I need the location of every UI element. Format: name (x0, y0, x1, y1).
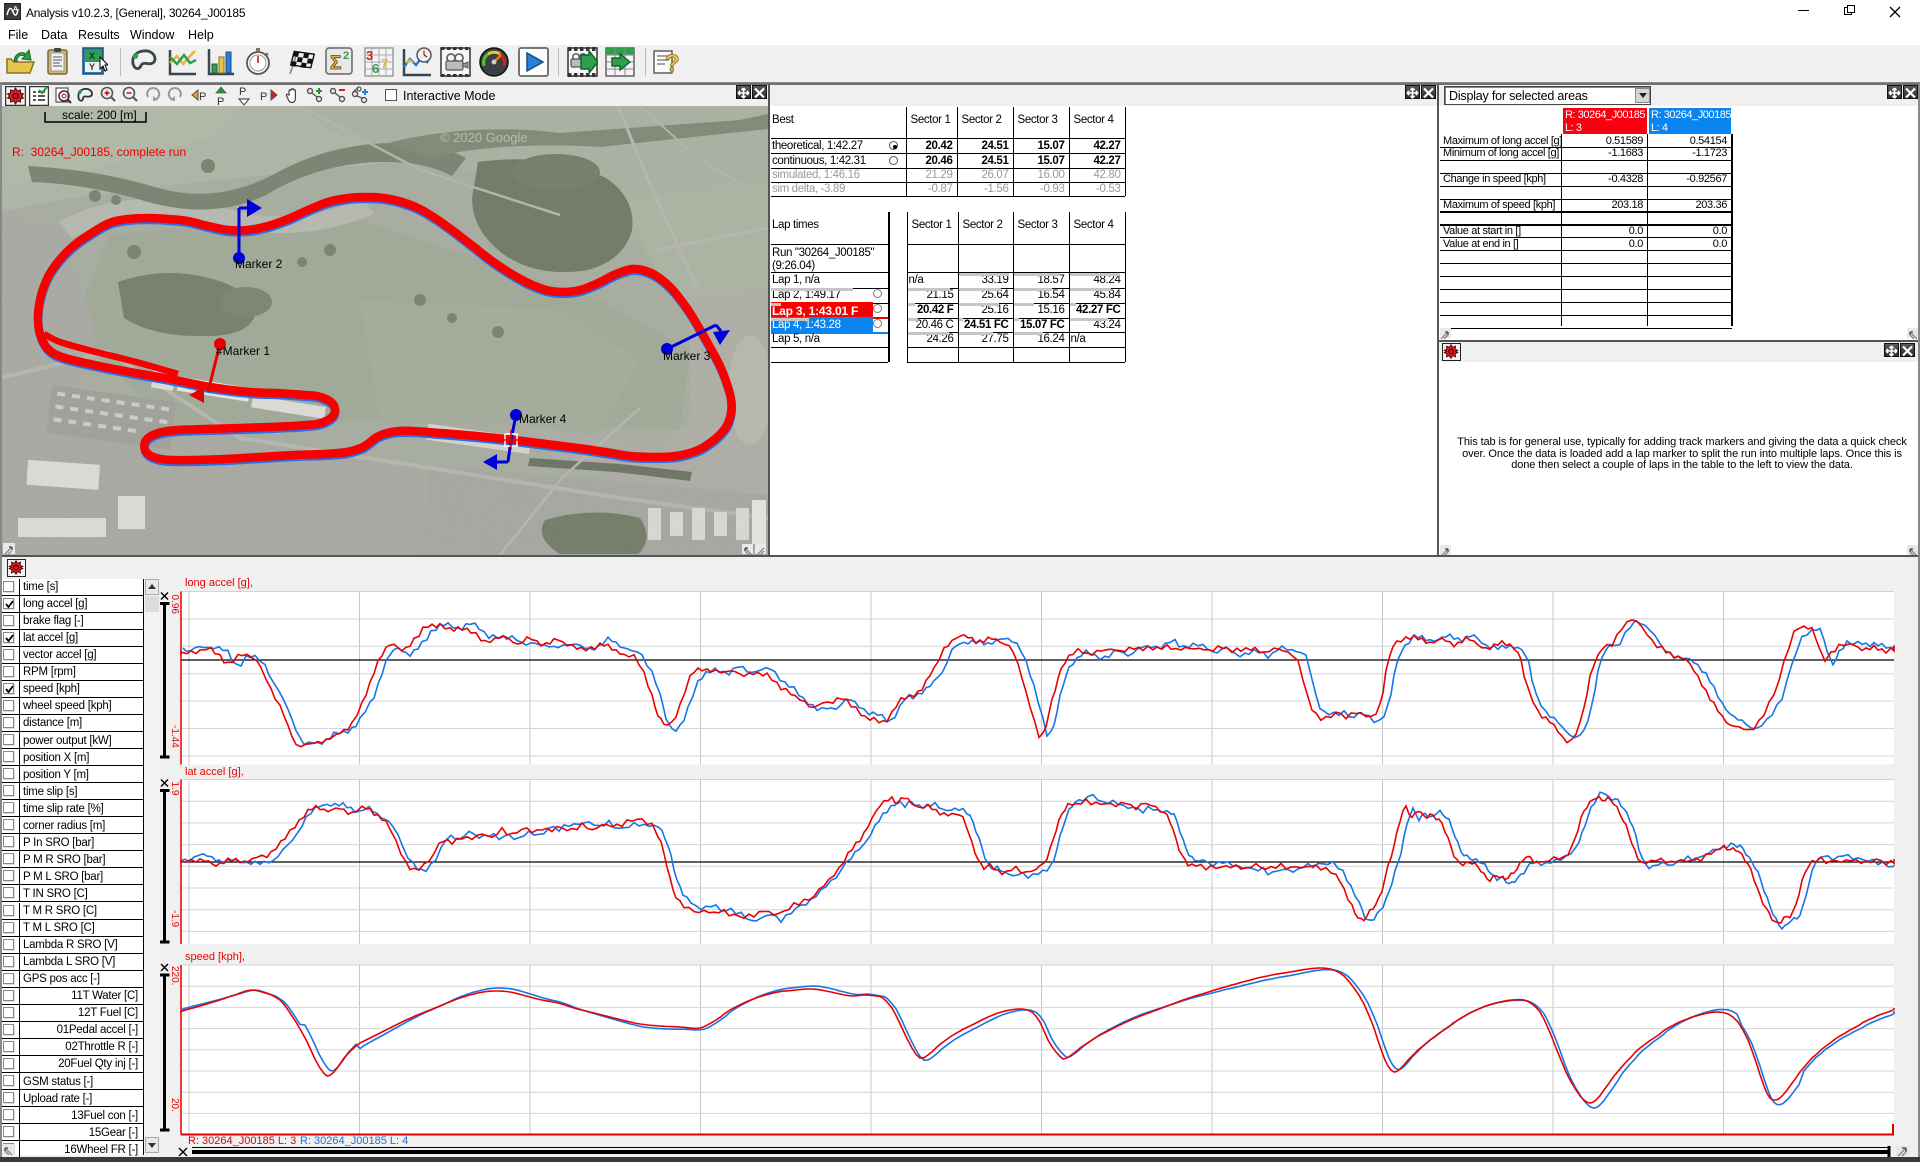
svg-text:R: 30264_J00185, complete run: R: 30264_J00185, complete run (12, 145, 186, 159)
svg-text:R: 30264_J00185 L: 4: R: 30264_J00185 L: 4 (300, 1135, 408, 1147)
svg-text:A: A (13, 6, 18, 13)
svg-text:P: P (199, 91, 206, 103)
svg-text:-1.44: -1.44 (169, 725, 180, 748)
svg-text:long accel [g],: long accel [g], (185, 577, 253, 589)
svg-text:?: ? (665, 50, 680, 77)
svg-text:speed [kph],: speed [kph], (185, 951, 245, 963)
svg-text:© 2020 Google: © 2020 Google (650, 106, 718, 117)
svg-text:© 2020 Google: © 2020 Google (440, 130, 528, 145)
svg-text:7: 7 (381, 56, 388, 71)
svg-text:#Marker 1: #Marker 1 (216, 344, 270, 358)
svg-text:P: P (217, 96, 224, 106)
svg-text:220.: 220. (169, 966, 180, 985)
svg-text:R: 30264_J00185 L: 3: R: 30264_J00185 L: 3 (188, 1135, 296, 1147)
svg-text:scale: 200 [m]: scale: 200 [m] (62, 108, 137, 122)
svg-text:20.: 20. (169, 1098, 180, 1112)
svg-text:Σ: Σ (330, 53, 341, 74)
svg-text:Marker 3: Marker 3 (663, 349, 711, 363)
svg-text:P: P (260, 91, 267, 103)
svg-text:Marker 2: Marker 2 (235, 257, 283, 271)
svg-text:Y: Y (89, 62, 95, 72)
svg-text:1.9: 1.9 (169, 782, 180, 796)
svg-text:-1.9: -1.9 (169, 910, 180, 928)
svg-text:X: X (89, 51, 95, 61)
svg-text:6: 6 (372, 61, 379, 76)
svg-text:2: 2 (343, 50, 349, 62)
svg-text:lat accel [g],: lat accel [g], (185, 766, 244, 778)
svg-text:Marker 4: Marker 4 (519, 412, 567, 426)
svg-text:0.96: 0.96 (169, 595, 180, 615)
svg-text:P: P (239, 86, 246, 98)
